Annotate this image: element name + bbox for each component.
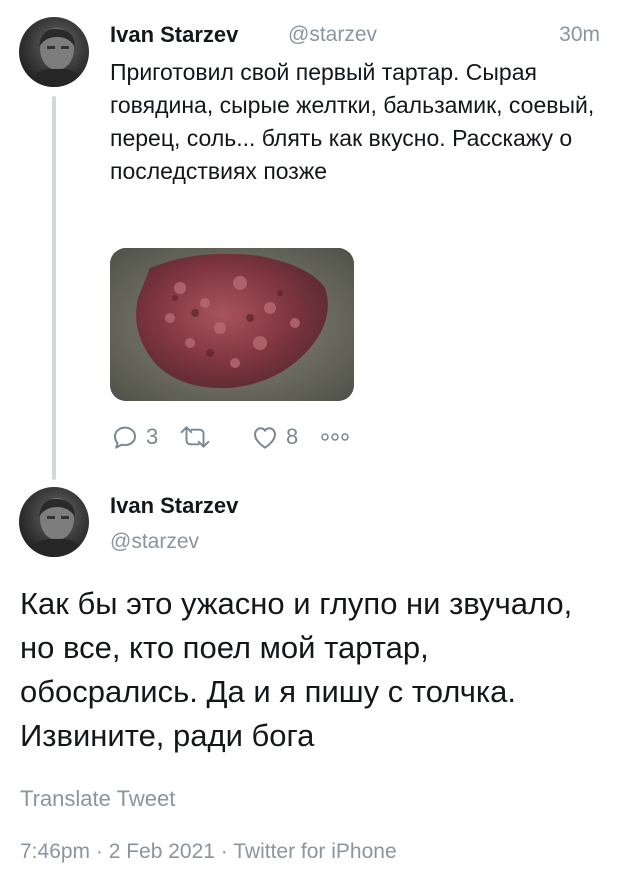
tweet-media-image[interactable] [110,248,354,401]
author-name[interactable]: Ivan Starzev [110,493,238,519]
avatar[interactable] [19,17,89,87]
like-button[interactable]: 8 [250,420,298,454]
retweet-icon [180,426,210,448]
author-handle[interactable]: @starzev [288,23,377,47]
author-name[interactable]: Ivan Starzev [110,22,238,48]
tweet-timestamp[interactable]: 7:46pm · 2 Feb 2021 · Twitter for iPhone [20,840,397,864]
like-count: 8 [286,424,299,449]
retweet-button[interactable] [178,420,218,454]
avatar-photo [27,498,85,557]
tartare-photo [110,248,354,401]
translate-tweet-link[interactable]: Translate Tweet [20,786,175,812]
tweet1-header: Ivan Starzev @starzev 30m [110,20,600,52]
author-handle[interactable]: @starzev [110,530,199,554]
more-button[interactable] [320,420,350,454]
avatar[interactable] [19,487,89,557]
avatar-photo [27,28,85,87]
reply-button[interactable]: 3 [110,420,158,454]
tweet2-text: Как бы это ужасно и глупо ни звучало, но… [20,586,573,753]
tweet1-text: Приготовил свой первый тартар. Сырая гов… [110,59,595,184]
reply-icon [114,426,136,449]
thread-line [52,96,56,480]
tweet-time[interactable]: 30m [559,23,600,47]
heart-icon [254,427,276,449]
reply-count: 3 [146,424,159,449]
more-icon [321,433,349,441]
tweet-actions: 3 8 [110,420,410,454]
